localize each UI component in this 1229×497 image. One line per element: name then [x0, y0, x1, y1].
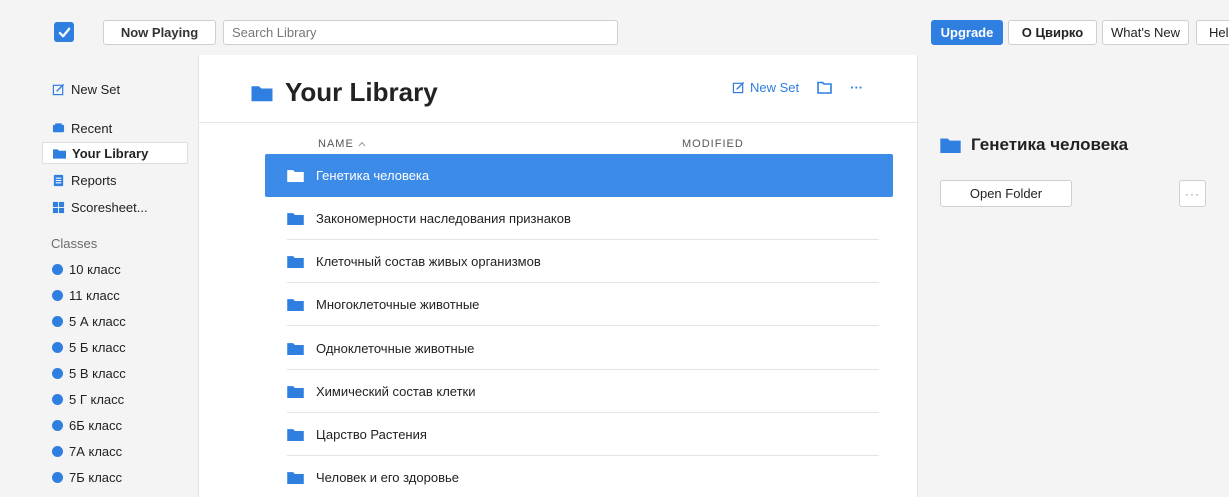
folder-name: Генетика человека [316, 168, 430, 183]
whats-new-button[interactable]: What's New [1102, 20, 1189, 45]
sidebar-item-reports[interactable]: Reports [42, 169, 188, 191]
details-folder-name: Генетика человека [971, 135, 1129, 154]
more-options-button[interactable]: ··· [850, 80, 863, 95]
details-more-button[interactable]: ··· [1179, 180, 1206, 207]
sidebar-item-label: Scoresheet... [71, 199, 148, 215]
folder-icon [251, 85, 273, 101]
column-name-label: NAME [318, 138, 354, 150]
class-dot-icon [52, 445, 63, 457]
library-title: Your Library [251, 77, 438, 108]
scoresheet-icon [52, 201, 65, 213]
class-label: 6Б класс [69, 417, 123, 433]
new-set-label: New Set [750, 80, 800, 95]
folder-row[interactable]: Одноклеточные животные [265, 327, 893, 370]
folder-row[interactable]: Закономерности наследования признаков [265, 197, 893, 240]
reports-icon [53, 174, 64, 186]
help-button[interactable]: Help [1196, 20, 1229, 45]
column-header-modified[interactable]: MODIFIED [682, 138, 744, 150]
folder-icon [287, 386, 304, 398]
details-title: Генетика человека [940, 135, 1128, 155]
folder-name: Человек и его здоровье [316, 470, 459, 485]
class-dot-icon [52, 341, 63, 353]
sidebar-class-item[interactable]: 5 В класс [42, 362, 188, 384]
sidebar-class-item[interactable]: 7Б класс [42, 466, 188, 488]
sidebar-class-item[interactable]: 5 А класс [42, 310, 188, 332]
table-header: NAME MODIFIED [199, 122, 919, 158]
recent-icon [52, 122, 65, 132]
library-actions: New Set ··· [732, 80, 863, 95]
class-dot-icon [52, 315, 63, 327]
details-panel: Генетика человека Open Folder ··· [919, 55, 1229, 497]
sidebar-item-your-library[interactable]: Your Library [42, 142, 188, 164]
class-dot-icon [52, 263, 63, 275]
chevron-up-icon [358, 141, 366, 147]
folder-name: Одноклеточные животные [316, 341, 475, 356]
sidebar-item-label: Recent [71, 120, 113, 136]
sidebar-class-item[interactable]: 6Б класс [42, 414, 188, 436]
folder-row[interactable]: Царство Растения [265, 413, 893, 456]
folder-icon [287, 472, 304, 484]
folder-name: Многоклеточные животные [316, 297, 480, 312]
sidebar-class-item[interactable]: 11 класс [42, 284, 188, 306]
folder-icon [287, 213, 304, 225]
folder-icon [287, 299, 304, 311]
classes-heading: Classes [51, 236, 98, 251]
open-folder-button[interactable]: Open Folder [940, 180, 1072, 207]
sidebar-class-item[interactable]: 10 класс [42, 258, 188, 280]
folder-icon [287, 343, 304, 355]
folder-name: Клеточный состав живых организмов [316, 254, 541, 269]
folder-icon [940, 138, 961, 153]
sidebar-item-scoresheet[interactable]: Scoresheet... [42, 196, 188, 218]
edit-icon [732, 81, 745, 94]
sidebar-class-item[interactable]: 5 Г класс [42, 388, 188, 410]
sidebar-item-label: Your Library [72, 145, 149, 161]
class-dot-icon [52, 393, 63, 405]
sidebar: New Set Recent Your Library Reports Scor… [0, 55, 198, 497]
class-label: 5 В класс [69, 365, 126, 381]
new-set-button[interactable]: New Set [732, 80, 799, 95]
folder-icon [287, 429, 304, 441]
folder-row[interactable]: Многоклеточные животные [265, 283, 893, 326]
class-label: 11 класс [69, 287, 120, 303]
sidebar-new-set-label: New Set [71, 82, 121, 97]
top-toolbar: Now Playing Upgrade О Цвирко What's New … [0, 0, 1229, 55]
class-label: 5 А класс [69, 313, 126, 329]
checkbox-logo-icon[interactable] [54, 22, 74, 42]
folder-row[interactable]: Клеточный состав живых организмов [265, 240, 893, 283]
new-folder-icon[interactable] [817, 81, 832, 94]
folder-name: Химический состав клетки [316, 384, 476, 399]
class-label: 7Б класс [69, 469, 123, 485]
class-dot-icon [52, 471, 63, 483]
sidebar-class-item[interactable]: 5 Б класс [42, 336, 188, 358]
class-dot-icon [52, 289, 63, 301]
class-label: 5 Г класс [69, 391, 125, 407]
folder-name: Закономерности наследования признаков [316, 211, 571, 226]
sidebar-class-item[interactable]: 7А класс [42, 440, 188, 462]
user-account-button[interactable]: О Цвирко [1008, 20, 1097, 45]
class-dot-icon [52, 367, 63, 379]
folder-icon [53, 148, 66, 159]
folder-row[interactable]: Химический состав клетки [265, 370, 893, 413]
column-header-name[interactable]: NAME [318, 138, 366, 150]
class-label: 7А класс [69, 443, 123, 459]
class-label: 10 класс [69, 261, 121, 277]
now-playing-button[interactable]: Now Playing [103, 20, 216, 45]
sidebar-item-label: Reports [71, 172, 117, 188]
sidebar-new-set-button[interactable]: New Set [52, 82, 120, 97]
sidebar-item-recent[interactable]: Recent [42, 117, 188, 139]
folder-row[interactable]: Человек и его здоровье [265, 456, 893, 497]
folder-name: Царство Растения [316, 427, 427, 442]
folder-row[interactable]: Генетика человека [265, 154, 893, 197]
upgrade-button[interactable]: Upgrade [931, 20, 1003, 45]
edit-icon [52, 83, 65, 96]
library-panel: Your Library New Set ··· NAME MODIFIED Г… [198, 55, 919, 497]
folder-icon [287, 256, 304, 268]
folder-icon [287, 170, 304, 182]
class-label: 5 Б класс [69, 339, 126, 355]
class-dot-icon [52, 419, 63, 431]
search-input[interactable] [223, 20, 618, 45]
page-title: Your Library [285, 77, 438, 107]
